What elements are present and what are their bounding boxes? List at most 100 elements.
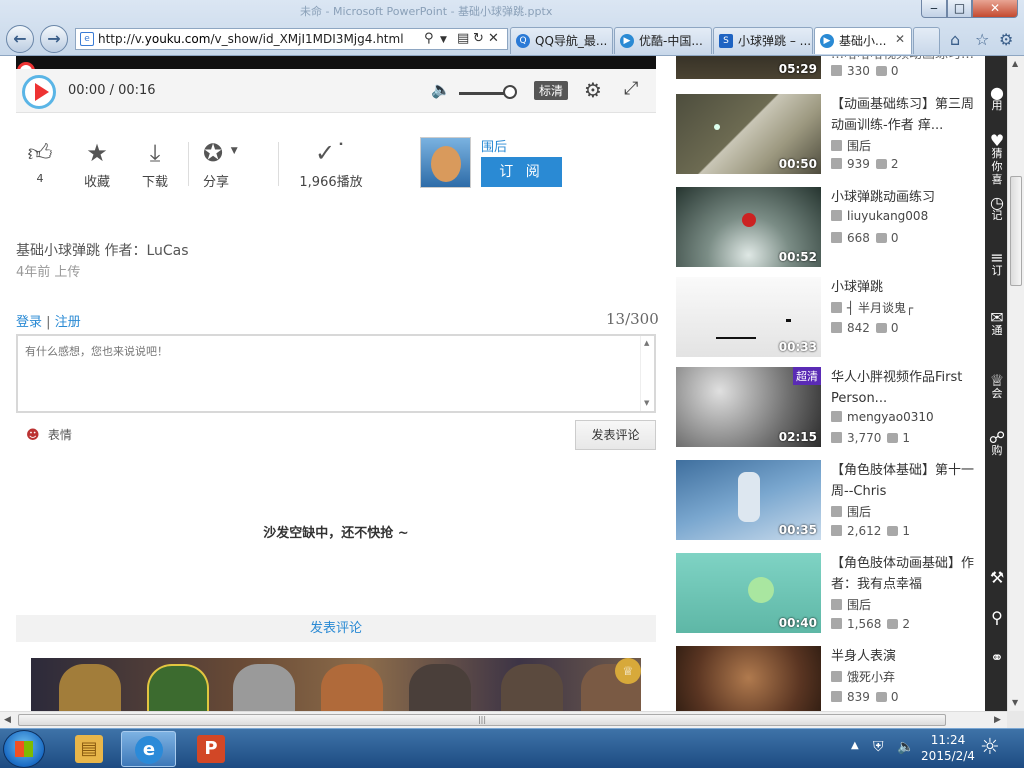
related-video-item[interactable]: 00:40 【角色肢体动画基础】作者：我有点幸福 围后 1,568 2 xyxy=(676,553,976,639)
strip-pin[interactable]: ⚲ xyxy=(987,610,1007,626)
favorite-button[interactable]: ★ 收藏 xyxy=(78,139,116,190)
tab-current[interactable]: ▶ 基础小... ✕ xyxy=(814,27,912,54)
search-icon[interactable]: ⚲ xyxy=(424,31,434,46)
volume-slider[interactable] xyxy=(459,92,509,95)
brightness-icon[interactable]: ☼ xyxy=(980,735,1000,760)
tab-close-icon[interactable]: ✕ xyxy=(895,32,905,46)
scroll-right-icon[interactable]: ▶ xyxy=(994,715,1001,725)
scrollbar-thumb[interactable]: ||| xyxy=(18,714,946,726)
register-link[interactable]: 注册 xyxy=(55,315,81,330)
new-tab-button[interactable] xyxy=(913,27,940,54)
video-author[interactable]: 围后 xyxy=(831,137,871,154)
related-video-item[interactable]: 00:35 【角色肢体基础】第十一周--Chris 围后 2,612 1 xyxy=(676,460,976,546)
forward-button[interactable]: → xyxy=(40,25,68,53)
video-title[interactable]: 【角色肢体动画基础】作者：我有点幸福 xyxy=(831,553,981,595)
url-text[interactable]: http://v.youku.com/v_show/id_XMjI1MDI3Mj… xyxy=(98,32,404,46)
scroll-left-icon[interactable]: ◀ xyxy=(4,715,11,725)
comment-input[interactable] xyxy=(18,336,642,411)
login-link[interactable]: 登录 xyxy=(16,315,42,330)
tab-youku[interactable]: ▶ 优酷-中国... xyxy=(614,27,712,54)
compatibility-icon[interactable]: ▤ xyxy=(457,31,469,46)
related-video-item[interactable]: 00:52 小球弹跳动画练习 liuyukang008 668 0 xyxy=(676,187,976,273)
taskbar-ie[interactable]: e xyxy=(121,731,176,767)
share-button[interactable]: ✪ ▼ 分享 xyxy=(203,139,263,190)
address-bar[interactable]: e http://v.youku.com/v_show/id_XMjI1MDI3… xyxy=(75,28,508,50)
scroll-up-icon[interactable]: ▲ xyxy=(1012,59,1018,68)
game-banner-ad[interactable]: ♕ xyxy=(31,658,641,711)
dropdown-arrow-icon[interactable]: ▼ xyxy=(440,35,447,45)
video-author[interactable]: 围后 xyxy=(831,503,871,520)
video-title[interactable]: 【动画基础练习】第三周动画训练-作者 痒... xyxy=(831,94,981,136)
vertical-scrollbar[interactable]: ▲ ▼ xyxy=(1007,56,1024,711)
stop-icon[interactable]: ✕ xyxy=(488,31,499,46)
play-button[interactable] xyxy=(22,75,56,109)
scrollbar-thumb[interactable] xyxy=(1010,176,1022,286)
strip-user[interactable]: ● 用 xyxy=(987,85,1007,113)
post-comment-bar[interactable]: 发表评论 xyxy=(16,615,656,642)
fullscreen-icon[interactable]: ⤢ xyxy=(624,78,638,99)
strip-headset[interactable]: ⚭ xyxy=(987,650,1007,666)
download-button[interactable]: ⤓ 下载 xyxy=(136,139,174,190)
horizontal-scrollbar[interactable]: ◀ ||| ▶ xyxy=(0,711,1007,728)
video-title[interactable]: 小球弹跳动画练习 xyxy=(831,187,981,208)
favorites-star-icon[interactable]: ☆ xyxy=(975,30,989,49)
video-author[interactable]: 饿死小弃 xyxy=(831,668,895,685)
video-title[interactable]: 华人小胖视频作品First Person... xyxy=(831,367,981,409)
security-shield-icon[interactable]: ⛨ xyxy=(873,739,884,755)
home-icon[interactable]: ⌂ xyxy=(950,30,960,49)
related-video-item[interactable]: 00:50 【动画基础练习】第三周动画训练-作者 痒... 围后 939 2 xyxy=(676,94,976,180)
video-thumbnail[interactable]: 05:29 xyxy=(676,56,821,79)
close-button[interactable]: ✕ xyxy=(972,0,1018,18)
strip-recommend[interactable]: ♥ 猜你喜 xyxy=(987,133,1007,187)
volume-icon[interactable]: 🔈 xyxy=(431,80,451,99)
gear-icon[interactable]: ⚙ xyxy=(999,30,1013,49)
video-thumbnail[interactable]: 00:50 xyxy=(676,94,821,174)
strip-history[interactable]: ◷ 记 xyxy=(987,195,1007,223)
start-button[interactable] xyxy=(3,730,45,768)
quality-button[interactable]: 标清 xyxy=(534,81,569,100)
video-title[interactable]: 小球弹跳 xyxy=(831,277,981,298)
minimize-button[interactable]: ‒ xyxy=(921,0,947,18)
video-title[interactable]: 【角色肢体基础】第十一周--Chris xyxy=(831,460,981,502)
related-video-item[interactable]: 超清 02:15 华人小胖视频作品First Person... mengyao… xyxy=(676,367,976,453)
strip-notify[interactable]: ✉ 通 xyxy=(987,310,1007,338)
strip-tool[interactable]: ⚒ xyxy=(987,570,1007,586)
back-button[interactable]: ← xyxy=(6,25,34,53)
volume-knob[interactable] xyxy=(503,85,517,99)
video-title[interactable]: 半身人表演 xyxy=(831,646,981,667)
related-video-item[interactable]: 00:33 小球弹跳 ┤ 半月谈鬼┌ 842 0 xyxy=(676,277,976,363)
settings-gear-icon[interactable]: ⚙ xyxy=(584,78,602,102)
tab-qq-nav[interactable]: Q QQ导航_最... xyxy=(510,27,613,54)
volume-tray-icon[interactable]: 🔈 xyxy=(897,739,914,755)
tray-expand-icon[interactable]: ▲ xyxy=(851,740,859,751)
video-thumbnail[interactable]: 00:35 xyxy=(676,460,821,540)
video-thumbnail[interactable]: 超清 02:15 xyxy=(676,367,821,447)
video-author[interactable]: mengyao0310 xyxy=(831,410,934,424)
scroll-down-icon[interactable]: ▼ xyxy=(1012,698,1018,707)
strip-member[interactable]: ♕ 会 xyxy=(987,373,1007,401)
tab-soku[interactable]: S 小球弹跳 – ... xyxy=(713,27,813,54)
comment-scrollbar[interactable]: ▲ ▼ xyxy=(640,336,654,411)
strip-subscribe[interactable]: ≡ 订 xyxy=(987,250,1007,278)
clock[interactable]: 11:24 2015/2/4 xyxy=(918,732,978,764)
related-video-item[interactable]: 半身人表演 饿死小弃 839 0 xyxy=(676,646,976,711)
uploader-avatar[interactable] xyxy=(420,137,471,188)
video-author[interactable]: 围后 xyxy=(831,596,871,613)
video-author[interactable]: liuyukang008 xyxy=(831,209,928,223)
scroll-up-icon[interactable]: ▲ xyxy=(644,339,649,347)
uploader-name[interactable]: 围后 xyxy=(481,136,507,155)
refresh-icon[interactable]: ↻ xyxy=(473,31,484,46)
maximize-button[interactable]: □ xyxy=(947,0,972,18)
video-author[interactable]: ┤ 半月谈鬼┌ xyxy=(831,299,913,316)
video-thumbnail[interactable]: 00:33 xyxy=(676,277,821,357)
video-thumbnail[interactable]: 00:52 xyxy=(676,187,821,267)
video-thumbnail[interactable] xyxy=(676,646,821,711)
scroll-down-icon[interactable]: ▼ xyxy=(644,399,649,407)
video-title[interactable]: …哈哈哈视频动画练习… xyxy=(831,56,981,64)
video-thumbnail[interactable]: 00:40 xyxy=(676,553,821,633)
strip-shop[interactable]: ☍ 购 xyxy=(987,430,1007,458)
taskbar-powerpoint[interactable]: P xyxy=(184,731,239,767)
emoji-button[interactable]: ☻ 表情 xyxy=(26,426,72,444)
subscribe-button[interactable]: 订 阅 xyxy=(481,157,562,187)
video-progress-bar[interactable] xyxy=(16,56,656,69)
